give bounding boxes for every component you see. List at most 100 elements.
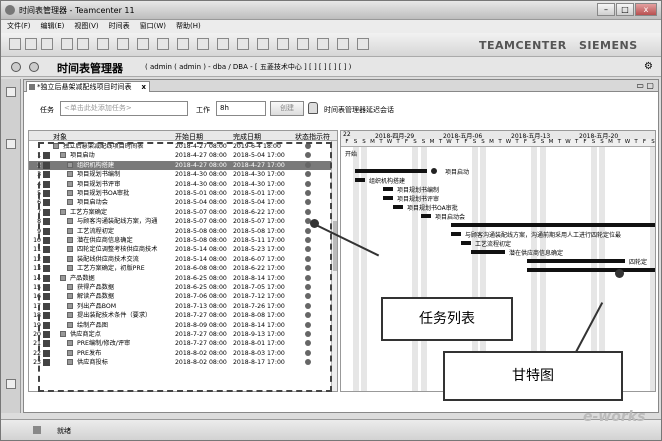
table-row[interactable]: 21 PRE编制/修改/评审 2018-7-27 08:00 2018-8-01 17… — [29, 339, 337, 348]
toolbar-button-icon[interactable] — [317, 38, 329, 50]
toolbar-button-icon[interactable] — [257, 38, 269, 50]
table-row[interactable]: 20 供应商定点 2018-7-27 08:00 2018-9-13 17:00 — [29, 330, 337, 339]
menu-help[interactable]: 帮助(H) — [176, 20, 201, 33]
toolbar-button-icon[interactable] — [277, 38, 289, 50]
table-row[interactable]: 4 项目规划书评审 2018-4-30 08:00 2018-4-30 17:00 — [29, 180, 337, 189]
gantt-label: 组织机构搭建 — [369, 178, 406, 185]
close-button[interactable]: x — [635, 3, 657, 16]
gear-icon[interactable]: ⚙ — [644, 61, 653, 72]
gantt-label: 四轮定 — [629, 259, 648, 266]
menu-schedule[interactable]: 时间表 — [109, 20, 130, 33]
table-row[interactable]: 15 获得产品数据 2018-6-25 08:00 2018-7-05 17:00 — [29, 283, 337, 292]
table-row[interactable]: 22 PRE发布 2018-8-02 08:00 2018-8-03 17:00 — [29, 349, 337, 358]
status-indicator-icon — [305, 331, 311, 337]
gantt-bar[interactable] — [355, 178, 365, 182]
task-icon — [67, 180, 73, 187]
menu-file[interactable]: 文件(F) — [7, 20, 31, 33]
toolbar-button-icon[interactable] — [177, 38, 189, 50]
task-input[interactable]: <单击此处添加任务> — [60, 101, 188, 116]
task-icon — [67, 218, 73, 225]
pane-minmax-icon[interactable]: ▭ ▢ — [636, 81, 654, 90]
toolbar-button-icon[interactable] — [77, 38, 89, 50]
forward-icon[interactable] — [29, 62, 39, 72]
row-marker-icon — [43, 284, 50, 291]
table-row[interactable]: 23 供应商投标 2018-8-02 08:00 2018-8-17 17:00 — [29, 358, 337, 367]
toolbar-button-icon[interactable] — [217, 38, 229, 50]
gantt-weekend-column — [412, 147, 418, 391]
tab-close-icon[interactable]: x — [141, 82, 146, 92]
toolbar-button-icon[interactable] — [97, 38, 109, 50]
toolbar-button-icon[interactable] — [41, 38, 53, 50]
gantt-bar[interactable] — [527, 259, 625, 263]
table-row[interactable]: 7 工艺方案确定 2018-5-07 08:00 2018-6-22 17:00 — [29, 208, 337, 217]
col-start[interactable]: 开始日期 — [175, 132, 203, 142]
row-marker-icon — [43, 199, 50, 207]
toolbar-button-icon[interactable] — [197, 38, 209, 50]
toolbar-button-icon[interactable] — [157, 38, 169, 50]
gantt-day: T — [634, 139, 638, 145]
row-marker-icon — [43, 171, 50, 179]
table-row[interactable]: 6 项目启动会 2018-5-04 08:00 2018-5-04 17:00 — [29, 198, 337, 207]
table-row[interactable]: 8 与顾客沟通装配线方案，沟通 2018-5-07 08:00 2018-5-07 1… — [29, 217, 337, 226]
nav-icon[interactable] — [6, 379, 16, 389]
toolbar-button-icon[interactable] — [337, 38, 349, 50]
table-row[interactable]: 9 工艺流程初定 2018-5-08 08:00 2018-5-08 17:00 — [29, 227, 337, 236]
table-row[interactable]: 18 提出装配技术条件（要求） 2018-7-27 08:00 2018-8-08 1… — [29, 311, 337, 320]
toolbar-button-icon[interactable] — [117, 38, 129, 50]
gantt-bar[interactable] — [383, 196, 393, 200]
gantt-label: 工艺流程初定 — [475, 241, 512, 248]
toolbar-button-icon[interactable] — [25, 38, 37, 50]
table-row[interactable]: 16 解读产品数据 2018-7-06 08:00 2018-7-12 17:00 — [29, 292, 337, 301]
row-marker-icon — [43, 246, 50, 254]
table-row[interactable]: 12 装配线供应商技术交流 2018-5-14 08:00 2018-6-07 17:… — [29, 255, 337, 264]
gantt-bar[interactable] — [461, 241, 471, 245]
vertical-scrollbar[interactable] — [331, 141, 337, 391]
gantt-bar[interactable] — [451, 232, 461, 236]
maximize-button[interactable]: □ — [616, 3, 634, 16]
col-object[interactable]: 对象 — [53, 132, 67, 142]
table-row[interactable]: 5 项目规划书OA审批 2018-5-01 08:00 2018-5-01 17:00 — [29, 189, 337, 198]
gantt-bar[interactable] — [527, 268, 655, 272]
work-input[interactable]: 8h — [216, 101, 266, 116]
menu-edit[interactable]: 编辑(E) — [41, 20, 65, 33]
table-row[interactable]: 14 产品数据 2018-6-25 08:00 2018-8-14 17:00 — [29, 274, 337, 283]
table-row[interactable]: 1 项目启动 2018-4-27 08:00 2018-5-04 17:00 — [29, 151, 337, 160]
row-marker-icon — [43, 274, 50, 282]
gantt-bar[interactable] — [451, 223, 655, 227]
table-row[interactable]: 10 潜在供应商信息确定 2018-5-08 08:00 2018-5-11 17:0… — [29, 236, 337, 245]
toolbar-button-icon[interactable] — [357, 38, 369, 50]
menu-view[interactable]: 视图(V) — [74, 20, 98, 33]
gantt-bar[interactable] — [421, 214, 431, 218]
col-end[interactable]: 完成日期 — [233, 132, 261, 142]
task-icon — [60, 274, 66, 281]
gantt-bar[interactable] — [355, 169, 427, 173]
table-row[interactable]: 17 列出产品BOM 2018-7-13 08:00 2018-7-26 17:00 — [29, 302, 337, 311]
table-row[interactable]: 13 工艺方案确定，初版PRE 2018-6-08 08:00 2018-6-22 1… — [29, 264, 337, 273]
table-row[interactable]: 11 四轮定位调整考核供应商技术 2018-5-14 08:00 2018-5-23 … — [29, 245, 337, 254]
scroll-thumb[interactable] — [333, 221, 337, 271]
col-status[interactable]: 状态指示符 — [295, 132, 330, 142]
nav-icon[interactable] — [6, 87, 16, 97]
minimize-button[interactable]: – — [597, 3, 615, 16]
task-name: 工艺方案确定，初版PRE — [77, 265, 145, 273]
table-row[interactable]: 独立后悬架减配线项目时间表 2018-4-27 08:00 2019-6-4 18:… — [29, 142, 337, 151]
table-row[interactable]: 2 组织机构搭建 2018-4-27 08:00 2018-4-27 17:00 — [29, 160, 337, 170]
table-row[interactable]: 3 项目规划书编制 2018-4-30 08:00 2018-4-30 17:00 — [29, 170, 337, 179]
nav-icon[interactable] — [6, 139, 16, 149]
toolbar-button-icon[interactable] — [137, 38, 149, 50]
toolbar-button-icon[interactable] — [297, 38, 309, 50]
toolbar-button-icon[interactable] — [9, 38, 21, 50]
gantt-bar[interactable] — [393, 205, 403, 209]
gantt-bar[interactable] — [383, 187, 393, 191]
toolbar-button-icon[interactable] — [237, 38, 249, 50]
gantt-milestone[interactable] — [431, 168, 437, 174]
toolbar-button-icon[interactable] — [61, 38, 73, 50]
gantt-label: 潜在供应商信息确定 — [509, 250, 564, 257]
create-button[interactable]: 创建 — [270, 101, 304, 116]
menu-window[interactable]: 窗口(W) — [140, 20, 166, 33]
tab-schedule[interactable]: *独立后悬架减配线项目时间表 x — [26, 81, 150, 92]
back-icon[interactable] — [11, 62, 21, 72]
task-start: 2018-7-06 08:00 — [175, 293, 227, 301]
table-row[interactable]: 19 绘制产品图 2018-8-09 08:00 2018-8-14 17:00 — [29, 321, 337, 330]
gantt-bar[interactable] — [471, 250, 505, 254]
